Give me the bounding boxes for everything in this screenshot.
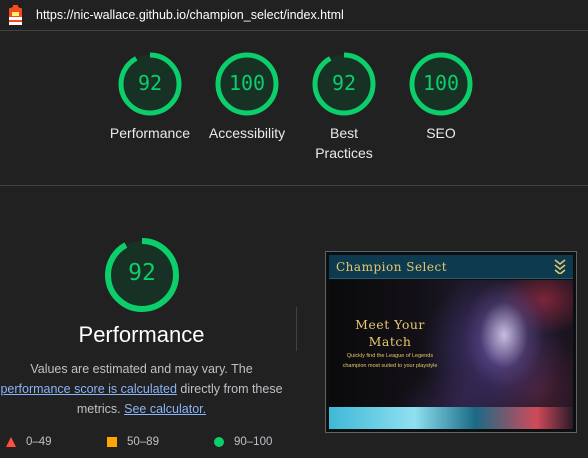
red-triangle-icon: [6, 437, 16, 447]
see-calculator-link[interactable]: See calculator.: [124, 402, 206, 416]
hero-headline-line2: Match: [368, 334, 412, 349]
score-value: 92: [331, 71, 357, 95]
score-value: 100: [228, 71, 266, 95]
score-value: 92: [137, 71, 163, 95]
gauge-performance[interactable]: 92 Performance: [99, 51, 201, 143]
hero-subtitle-line1: Quickly find the League of Legends: [346, 353, 434, 359]
chevrons-down-icon: [554, 259, 566, 274]
site-header: Champion Select: [329, 255, 573, 279]
site-title: Champion Select: [336, 260, 448, 274]
hero-artwork-strip: [329, 407, 573, 429]
legend-average-label: 50–89: [127, 436, 159, 448]
performance-title: Performance: [78, 322, 205, 347]
performance-gauge-large: 92: [104, 237, 180, 313]
score-legend: 0–49 50–89 90–100: [0, 436, 290, 452]
orange-square-icon: [107, 437, 117, 447]
score-value: 100: [422, 71, 460, 95]
desc-text: metrics.: [76, 402, 121, 416]
gauge-label: SEO: [426, 125, 456, 141]
page-url[interactable]: https://nic-wallace.github.io/champion_s…: [36, 8, 344, 22]
final-screenshot[interactable]: Champion Select Meet Your Match Quickly …: [325, 251, 577, 433]
legend-fail-label: 0–49: [26, 436, 52, 448]
gauge-label: Best Practices: [293, 123, 395, 163]
score-value: 92: [128, 260, 156, 286]
gauge-label-line: Best: [329, 125, 358, 141]
gauge-seo[interactable]: 100 SEO: [390, 51, 492, 143]
performance-description: Values are estimated and may vary. The p…: [0, 359, 283, 419]
gauge-accessibility[interactable]: 100 Accessibility: [196, 51, 298, 143]
legend-pass-label: 90–100: [234, 436, 273, 448]
hero-headline-line1: Meet Your: [355, 317, 425, 332]
lighthouse-icon: [9, 5, 22, 25]
category-summary: 92 Performance 100 Accessibility 92 Best…: [0, 31, 588, 185]
legend-pass: 90–100: [214, 436, 272, 448]
gauge-label: Accessibility: [208, 125, 286, 141]
green-circle-icon: [214, 437, 224, 447]
vertical-divider: [296, 307, 297, 351]
gauge-label: Performance: [109, 125, 191, 141]
desc-text: directly from these: [176, 382, 283, 396]
address-bar: https://nic-wallace.github.io/champion_s…: [0, 0, 588, 31]
score-calculated-link[interactable]: performance score is calculated: [0, 382, 176, 396]
gauge-label-line: Practices: [315, 145, 373, 161]
gauge-best-practices[interactable]: 92 Best Practices: [293, 51, 395, 163]
legend-fail: 0–49: [6, 436, 52, 448]
legend-average: 50–89: [107, 436, 159, 448]
section-divider: [0, 185, 588, 186]
desc-text: Values are estimated and may vary. The: [30, 362, 253, 376]
hero-subtitle-line2: champion most suited to your playstyle: [342, 363, 438, 369]
